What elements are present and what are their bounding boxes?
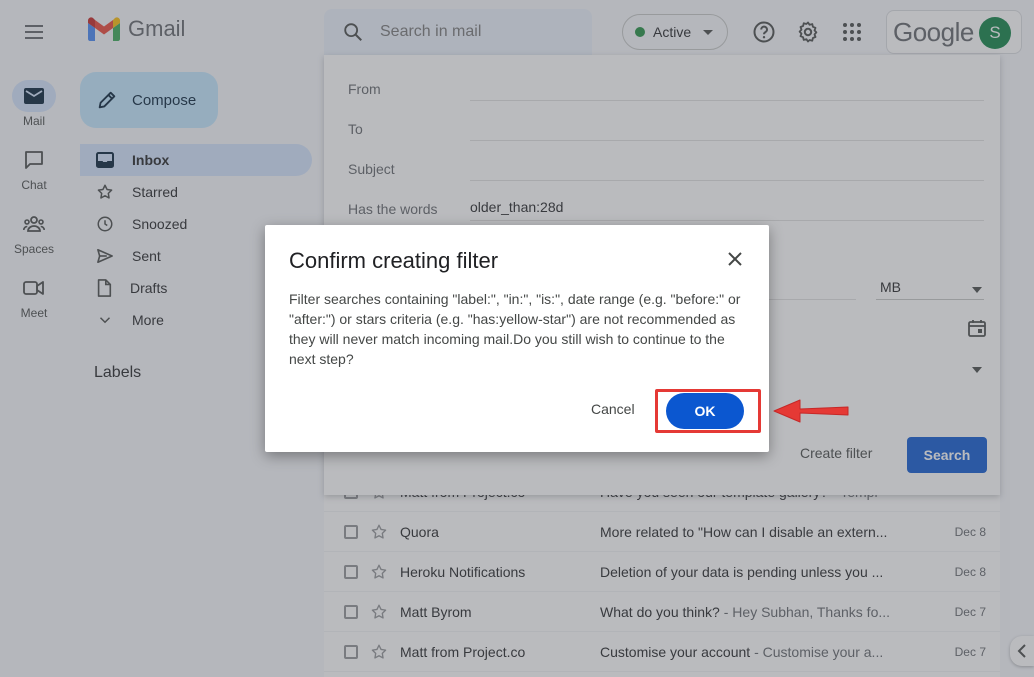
ok-highlight-box <box>655 389 761 433</box>
cancel-button[interactable]: Cancel <box>591 401 635 417</box>
close-button[interactable] <box>723 247 747 271</box>
red-arrow-icon <box>773 399 849 423</box>
dialog-title: Confirm creating filter <box>289 248 499 273</box>
dialog-message: Filter searches containing "label:", "in… <box>289 291 741 367</box>
close-icon <box>728 252 742 266</box>
